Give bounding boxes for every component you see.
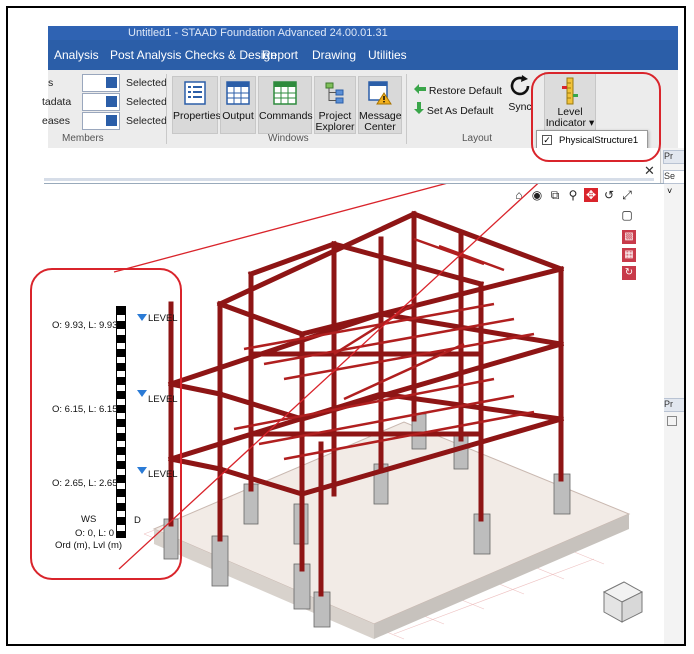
- sync-label: Sync: [508, 101, 532, 113]
- commands-label: Commands: [259, 110, 313, 122]
- level-indicator-highlight-callout: [531, 72, 661, 162]
- panel-grid-icon[interactable]: [667, 416, 677, 426]
- output-button[interactable]: Output: [220, 76, 256, 134]
- members-row[interactable]: eases Selected: [42, 112, 168, 130]
- set-as-default-button[interactable]: Set As Default: [414, 102, 493, 117]
- color-swatch[interactable]: [82, 74, 120, 92]
- right-panel-tab[interactable]: Pr: [663, 150, 684, 164]
- level-highlight-callout: [30, 268, 182, 580]
- members-row-label: tadata: [42, 96, 72, 108]
- right-panel-tab[interactable]: Se: [663, 170, 684, 184]
- menu-report[interactable]: Report: [262, 48, 298, 62]
- chevron-down-icon[interactable]: ˅: [667, 186, 672, 196]
- ribbon-separator: [406, 74, 407, 144]
- members-row-label: s: [48, 77, 54, 89]
- message-label-2: Center: [364, 121, 396, 133]
- output-label: Output: [222, 110, 254, 122]
- menu-post-analysis[interactable]: Post Analysis Checks & Design: [110, 48, 277, 62]
- members-row-status: Selected: [126, 115, 167, 127]
- members-row-status: Selected: [126, 77, 167, 89]
- commands-button[interactable]: Commands: [258, 76, 313, 134]
- restore-default-button[interactable]: Restore Default: [414, 84, 502, 97]
- layout-group-label: Layout: [462, 133, 493, 144]
- list-icon: [184, 81, 206, 108]
- set-as-default-label: Set As Default: [426, 105, 494, 117]
- members-group-label: Members: [62, 133, 104, 144]
- spreadsheet-icon: [273, 81, 297, 108]
- members-row-label: eases: [42, 115, 71, 127]
- table-icon: [226, 81, 250, 108]
- restore-default-label: Restore Default: [428, 85, 502, 97]
- message-center-button[interactable]: Message Center: [358, 76, 402, 134]
- ribbon-separator: [166, 74, 167, 144]
- view-header-line: [44, 178, 654, 181]
- color-swatch[interactable]: [82, 93, 120, 111]
- view-cube[interactable]: [602, 581, 644, 623]
- arrow-left-icon: [414, 84, 426, 97]
- window-title-bar: Untitled1 - STAAD Foundation Advanced 24…: [48, 26, 678, 40]
- members-row-status: Selected: [126, 96, 167, 108]
- members-row[interactable]: s Selected: [48, 74, 168, 92]
- windows-group-label: Windows: [268, 133, 309, 144]
- window-title: Untitled1 - STAAD Foundation Advanced 24…: [128, 27, 388, 39]
- members-row[interactable]: tadata Selected: [42, 93, 168, 111]
- message-warning-icon: [368, 81, 392, 108]
- tree-icon: [324, 81, 346, 108]
- color-swatch[interactable]: [82, 112, 120, 130]
- menu-drawing[interactable]: Drawing: [312, 48, 356, 62]
- foundation-slab: [152, 421, 631, 625]
- menu-bar: Analysis Post Analysis Checks & Design R…: [48, 40, 678, 70]
- right-panel-tab[interactable]: Pr: [663, 398, 684, 412]
- project-explorer-button[interactable]: Project Explorer: [314, 76, 356, 134]
- properties-label: Properties: [173, 110, 221, 122]
- menu-analysis[interactable]: Analysis: [54, 48, 99, 62]
- screenshot-frame: Untitled1 - STAAD Foundation Advanced 24…: [6, 6, 686, 646]
- close-icon[interactable]: ✕: [644, 163, 655, 179]
- project-label-2: Explorer: [315, 121, 355, 133]
- properties-button[interactable]: Properties: [172, 76, 221, 134]
- menu-utilities[interactable]: Utilities: [368, 48, 407, 62]
- arrow-down-icon: [414, 102, 424, 117]
